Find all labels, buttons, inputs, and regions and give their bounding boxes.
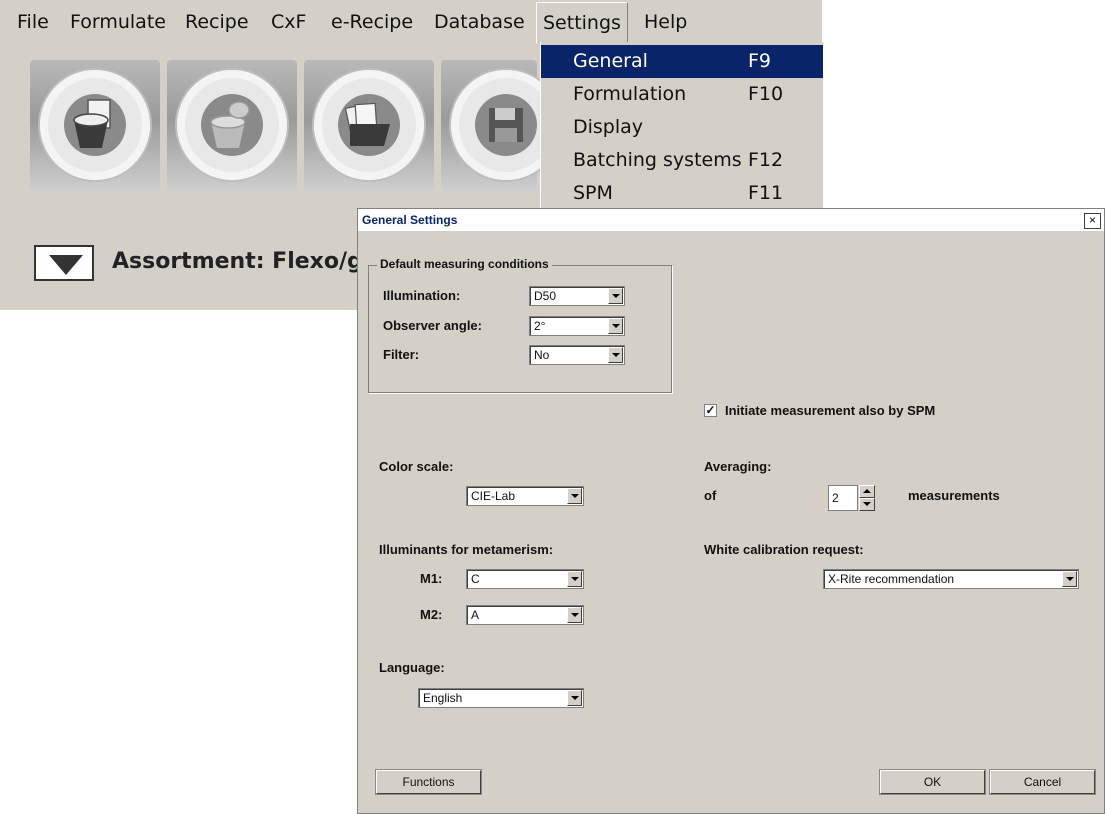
menu-item-formulation[interactable]: Formulation F10 bbox=[541, 78, 823, 111]
ok-button[interactable]: OK bbox=[880, 770, 985, 794]
observer-angle-label: Observer angle: bbox=[383, 318, 482, 333]
chevron-down-icon bbox=[567, 607, 582, 623]
menu-bar: File Formulate Recipe CxF e-Recipe Datab… bbox=[0, 0, 822, 44]
chevron-down-icon bbox=[567, 690, 582, 706]
general-settings-dialog: General Settings × Default measuring con… bbox=[357, 208, 1105, 814]
illumination-label: Illumination: bbox=[383, 288, 461, 303]
chevron-down-icon bbox=[567, 488, 582, 504]
chevron-down-icon bbox=[608, 347, 623, 363]
open-recipe-icon bbox=[210, 101, 250, 148]
chevron-down-icon bbox=[608, 318, 623, 334]
dialog-title-bar: General Settings × bbox=[358, 209, 1104, 231]
white-calibration-select[interactable]: X-Rite recommendation bbox=[823, 569, 1079, 589]
menu-item-general[interactable]: General F9 bbox=[541, 45, 823, 78]
dialog-title: General Settings bbox=[362, 213, 458, 227]
close-icon: × bbox=[1088, 213, 1096, 227]
color-scale-select[interactable]: CIE-Lab bbox=[466, 486, 584, 506]
metamerism-label: Illuminants for metamerism: bbox=[379, 542, 554, 557]
initiate-spm-label: Initiate measurement also by SPM bbox=[725, 403, 936, 418]
chevron-down-icon bbox=[608, 288, 623, 304]
averaging-value[interactable]: 2 bbox=[828, 485, 858, 511]
cancel-button[interactable]: Cancel bbox=[990, 770, 1095, 794]
language-select[interactable]: English bbox=[418, 688, 584, 708]
open-recipe-button[interactable] bbox=[167, 60, 297, 192]
m2-select[interactable]: A bbox=[466, 605, 584, 625]
menu-help[interactable]: Help bbox=[644, 0, 687, 44]
menu-formulate[interactable]: Formulate bbox=[70, 0, 166, 44]
chevron-down-icon bbox=[1062, 571, 1077, 587]
m2-label: M2: bbox=[420, 607, 443, 622]
save-icon bbox=[489, 108, 523, 142]
open-folder-button[interactable] bbox=[304, 60, 434, 192]
menu-item-spm[interactable]: SPM F11 bbox=[541, 177, 823, 210]
assortment-dropdown-button[interactable] bbox=[34, 245, 94, 281]
menu-e-recipe[interactable]: e-Recipe bbox=[331, 0, 413, 44]
settings-menu: General F9 Formulation F10 Display Batchin… bbox=[540, 42, 823, 210]
menu-item-display[interactable]: Display bbox=[541, 111, 823, 144]
filter-select[interactable]: No bbox=[529, 345, 625, 365]
new-recipe-button[interactable] bbox=[30, 60, 160, 192]
functions-button[interactable]: Functions bbox=[376, 770, 481, 794]
illumination-select[interactable]: D50 bbox=[529, 286, 625, 306]
menu-database[interactable]: Database bbox=[434, 0, 525, 44]
menu-recipe[interactable]: Recipe bbox=[185, 0, 249, 44]
white-calibration-label: White calibration request: bbox=[704, 542, 864, 557]
measurements-label: measurements bbox=[908, 488, 1000, 503]
new-recipe-icon bbox=[73, 99, 111, 148]
filter-label: Filter: bbox=[383, 347, 420, 362]
averaging-spinner[interactable]: 2 bbox=[828, 485, 876, 511]
assortment-label: Assortment: Flexo/gra bbox=[112, 249, 389, 274]
spin-up-icon[interactable] bbox=[859, 485, 875, 498]
close-button[interactable]: × bbox=[1084, 213, 1101, 229]
initiate-spm-checkbox[interactable]: ✓ bbox=[704, 404, 717, 417]
menu-cxf[interactable]: CxF bbox=[271, 0, 306, 44]
measuring-conditions-group: Default measuring conditions Illuminatio… bbox=[368, 257, 672, 393]
triangle-down-icon bbox=[49, 255, 83, 275]
menu-item-batching-systems[interactable]: Batching systems F12 bbox=[541, 144, 823, 177]
language-label: Language: bbox=[379, 660, 445, 675]
save-button[interactable] bbox=[441, 60, 561, 192]
open-folder-icon bbox=[344, 102, 390, 146]
observer-angle-select[interactable]: 2° bbox=[529, 316, 625, 336]
chevron-down-icon bbox=[567, 571, 582, 587]
checkmark-icon: ✓ bbox=[705, 403, 716, 417]
averaging-label: Averaging: bbox=[704, 459, 772, 474]
spin-down-icon[interactable] bbox=[859, 498, 875, 511]
m1-label: M1: bbox=[420, 571, 443, 586]
averaging-of-label: of bbox=[704, 488, 717, 503]
m1-select[interactable]: C bbox=[466, 569, 584, 589]
menu-settings[interactable]: Settings bbox=[536, 2, 628, 43]
menu-file[interactable]: File bbox=[17, 0, 49, 44]
group-title: Default measuring conditions bbox=[377, 257, 552, 271]
color-scale-label: Color scale: bbox=[379, 459, 454, 474]
